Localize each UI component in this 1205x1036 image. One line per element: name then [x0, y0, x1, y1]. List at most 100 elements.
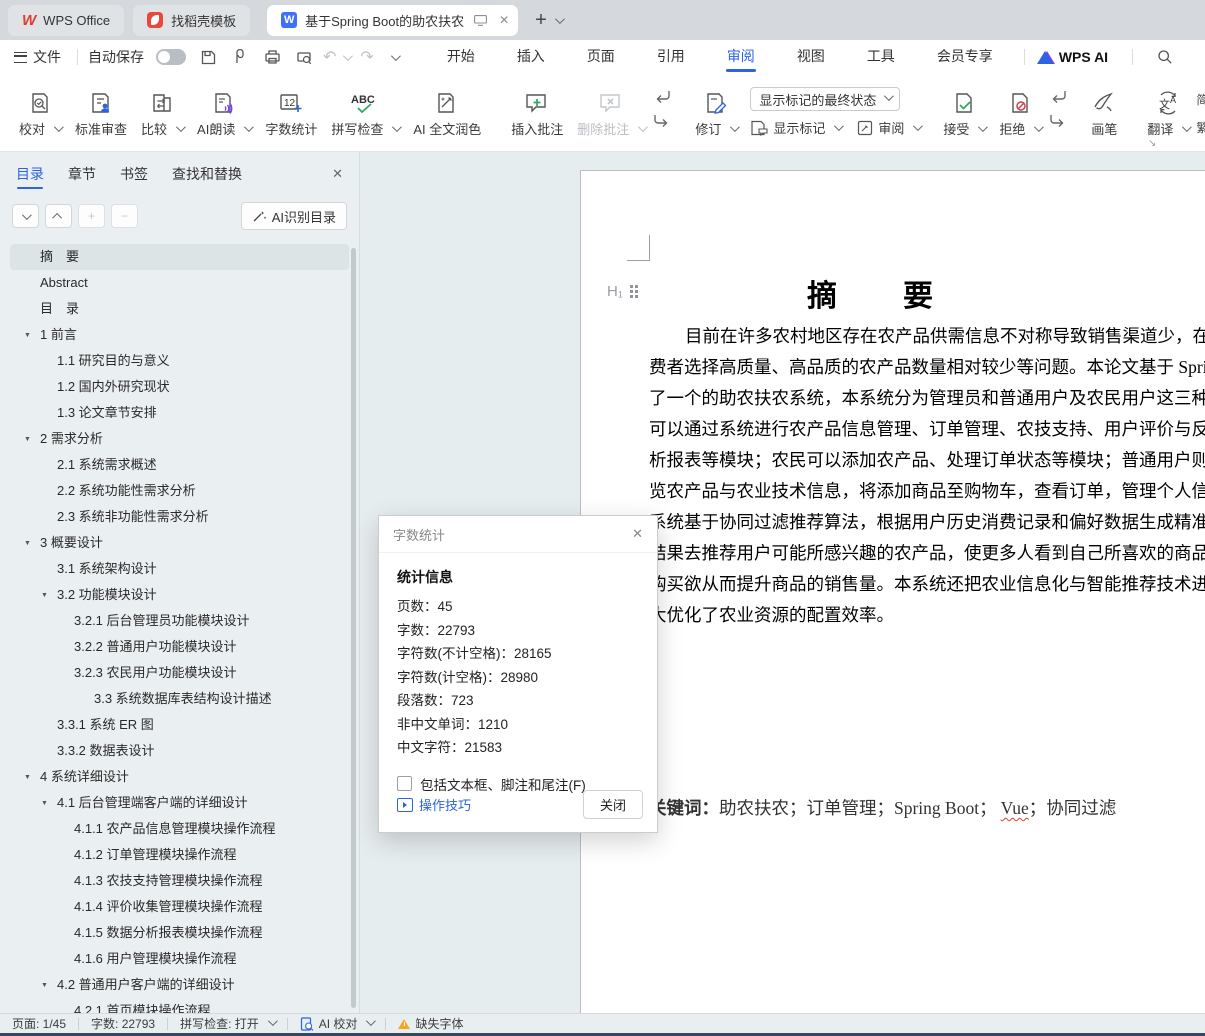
autosave-toggle[interactable] — [156, 49, 186, 65]
share-screen-icon[interactable] — [474, 15, 487, 26]
sidebar-close-icon[interactable]: ✕ — [332, 166, 343, 182]
undo-caret-icon[interactable] — [343, 51, 353, 61]
proofread-button[interactable]: 校对 — [12, 83, 68, 140]
menu-tab-插入[interactable]: 插入 — [496, 40, 566, 74]
print-icon[interactable] — [262, 47, 282, 67]
toc-item[interactable]: ▼3 概要设计 — [10, 530, 349, 556]
show-marks-button[interactable]: 显示标记 — [750, 118, 841, 137]
ai-polish-button[interactable]: AI 全文润色 — [406, 83, 488, 140]
toc-item[interactable]: Abstract — [10, 270, 349, 296]
collapse-arrow-icon[interactable]: ▼ — [24, 323, 31, 349]
toc-item[interactable]: ▼3.2 功能模块设计 — [10, 582, 349, 608]
toc-item[interactable]: ▼1 前言 — [10, 322, 349, 348]
ink-brush-button[interactable]: 画笔 — [1084, 83, 1124, 140]
menu-tab-审阅[interactable]: 审阅 — [706, 40, 776, 74]
toc-item[interactable]: 1.1 研究目的与意义 — [10, 348, 349, 374]
sidebar-scrollbar[interactable] — [351, 248, 356, 1008]
ai-recognize-toc-button[interactable]: AI识别目录 — [241, 202, 347, 230]
toc-item[interactable]: ▼4.2 普通用户客户端的详细设计 — [10, 972, 349, 998]
review-pane-button[interactable]: 审阅 — [857, 118, 920, 137]
toc-item[interactable]: ▼2 需求分析 — [10, 426, 349, 452]
dialog-titlebar[interactable]: 字数统计 ✕ — [379, 516, 657, 553]
toc-item[interactable]: 1.3 论文章节安排 — [10, 400, 349, 426]
spell-check-button[interactable]: ABC 拼写检查 — [324, 83, 406, 140]
ai-proofread-status[interactable]: AI 校对 — [300, 1015, 374, 1032]
menu-tab-视图[interactable]: 视图 — [776, 40, 846, 74]
collapse-arrow-icon[interactable]: ▼ — [24, 765, 31, 791]
marks-state-combobox[interactable]: 显示标记的最终状态 — [750, 87, 900, 111]
toc-item[interactable]: 4.1.2 订单管理模块操作流程 — [10, 842, 349, 868]
toc-item[interactable]: 3.3 系统数据库表结构设计描述 — [10, 686, 349, 712]
toc-item[interactable]: 4.1.6 用户管理模块操作流程 — [10, 946, 349, 972]
menu-tab-开始[interactable]: 开始 — [426, 40, 496, 74]
track-changes-button[interactable]: 修订 — [688, 83, 744, 140]
toc-item[interactable]: 3.1 系统架构设计 — [10, 556, 349, 582]
tab-document[interactable]: W 基于Spring Boot的助农扶农 ✕ — [267, 5, 518, 36]
toc-item[interactable]: 4.1.4 评价收集管理模块操作流程 — [10, 894, 349, 920]
demote-button[interactable]: − — [111, 204, 138, 228]
accept-button[interactable]: 接受 — [936, 83, 992, 140]
toc-item[interactable]: 4.2.1 首页模块操作流程 — [10, 998, 349, 1014]
toc-item[interactable]: 3.3.2 数据表设计 — [10, 738, 349, 764]
toc-item[interactable]: 2.3 系统非功能性需求分析 — [10, 504, 349, 530]
word-count-button[interactable]: 12 字数统计 — [258, 83, 324, 140]
toc-item[interactable]: 1.2 国内外研究现状 — [10, 374, 349, 400]
delete-comment-button[interactable]: 删除批注 — [570, 83, 652, 140]
print-preview-icon[interactable] — [294, 47, 314, 67]
next-comment-icon[interactable] — [652, 113, 672, 129]
to-traditional-button[interactable]: 简→ 转繁 — [1196, 90, 1205, 109]
toc-item[interactable]: 2.1 系统需求概述 — [10, 452, 349, 478]
ai-read-button[interactable]: AI朗读 — [190, 83, 258, 140]
toc-item[interactable]: 2.2 系统功能性需求分析 — [10, 478, 349, 504]
toc-item[interactable]: ▼4 系统详细设计 — [10, 764, 349, 790]
sidebar-tab-目录[interactable]: 目录 — [16, 152, 44, 196]
close-button[interactable]: 关闭 — [583, 790, 643, 819]
standard-review-button[interactable]: 标准审查 — [68, 83, 134, 140]
toc-item[interactable]: 摘 要 — [10, 244, 349, 270]
collapse-arrow-icon[interactable]: ▼ — [24, 531, 31, 557]
dialog-close-icon[interactable]: ✕ — [632, 526, 643, 542]
sidebar-tab-章节[interactable]: 章节 — [68, 152, 96, 196]
sidebar-tab-书签[interactable]: 书签 — [120, 152, 148, 196]
export-pdf-icon[interactable] — [230, 47, 250, 67]
collapse-arrow-icon[interactable]: ▼ — [24, 427, 31, 453]
menu-tab-引用[interactable]: 引用 — [636, 40, 706, 74]
document-page[interactable]: H₁ 摘 要 目前在许多农村地区存在农产品供需信息不对称导致销售渠道少，在市场消… — [580, 170, 1205, 1014]
menu-tab-页面[interactable]: 页面 — [566, 40, 636, 74]
expand-all-button[interactable] — [45, 204, 72, 228]
menu-tab-工具[interactable]: 工具 — [846, 40, 916, 74]
sidebar-tab-查找和替换[interactable]: 查找和替换 — [172, 152, 242, 196]
translate-dialog-launcher-icon[interactable]: ↘ — [1148, 138, 1156, 149]
toc-item[interactable]: 3.3.1 系统 ER 图 — [10, 712, 349, 738]
compare-button[interactable]: 比较 — [134, 83, 190, 140]
toc-item[interactable]: ▼4.1 后台管理端客户端的详细设计 — [10, 790, 349, 816]
collapse-arrow-icon[interactable]: ▼ — [41, 973, 48, 999]
collapse-all-button[interactable] — [12, 204, 39, 228]
toc-item[interactable]: 3.2.1 后台管理员功能模块设计 — [10, 608, 349, 634]
toc-item[interactable]: 4.1.3 农技支持管理模块操作流程 — [10, 868, 349, 894]
wps-ai-button[interactable]: WPS AI — [1037, 49, 1108, 65]
translate-button[interactable]: 文A 翻译 — [1140, 83, 1196, 140]
collapse-arrow-icon[interactable]: ▼ — [41, 583, 48, 609]
toc-item[interactable]: 4.1.5 数据分析报表模块操作流程 — [10, 920, 349, 946]
search-icon[interactable] — [1157, 49, 1173, 65]
toc-item[interactable]: 目 录 — [10, 296, 349, 322]
undo-icon[interactable]: ↶ — [323, 47, 336, 67]
spellcheck-status[interactable]: 拼写检查: 打开 — [180, 1015, 275, 1032]
collapse-arrow-icon[interactable]: ▼ — [41, 791, 48, 817]
insert-comment-button[interactable]: 插入批注 — [504, 83, 570, 140]
previous-change-icon[interactable] — [1048, 89, 1068, 105]
menu-tab-会员专享[interactable]: 会员专享 — [916, 40, 1014, 74]
toc-item[interactable]: 3.2.2 普通用户功能模块设计 — [10, 634, 349, 660]
next-change-icon[interactable] — [1048, 113, 1068, 129]
new-tab-caret-icon[interactable] — [555, 14, 565, 24]
tab-close-icon[interactable]: ✕ — [499, 13, 509, 27]
new-tab-button[interactable]: + — [535, 9, 547, 32]
to-simplified-button[interactable]: 繁→ 转简 — [1196, 118, 1205, 137]
save-icon[interactable] — [198, 47, 218, 67]
toc-item[interactable]: 4.1.1 农产品信息管理模块操作流程 — [10, 816, 349, 842]
tips-link[interactable]: 操作技巧 — [397, 795, 471, 814]
page-indicator[interactable]: 页面: 1/45 — [12, 1015, 66, 1032]
word-count-indicator[interactable]: 字数: 22793 — [91, 1015, 155, 1032]
reject-button[interactable]: 拒绝 — [992, 83, 1048, 140]
